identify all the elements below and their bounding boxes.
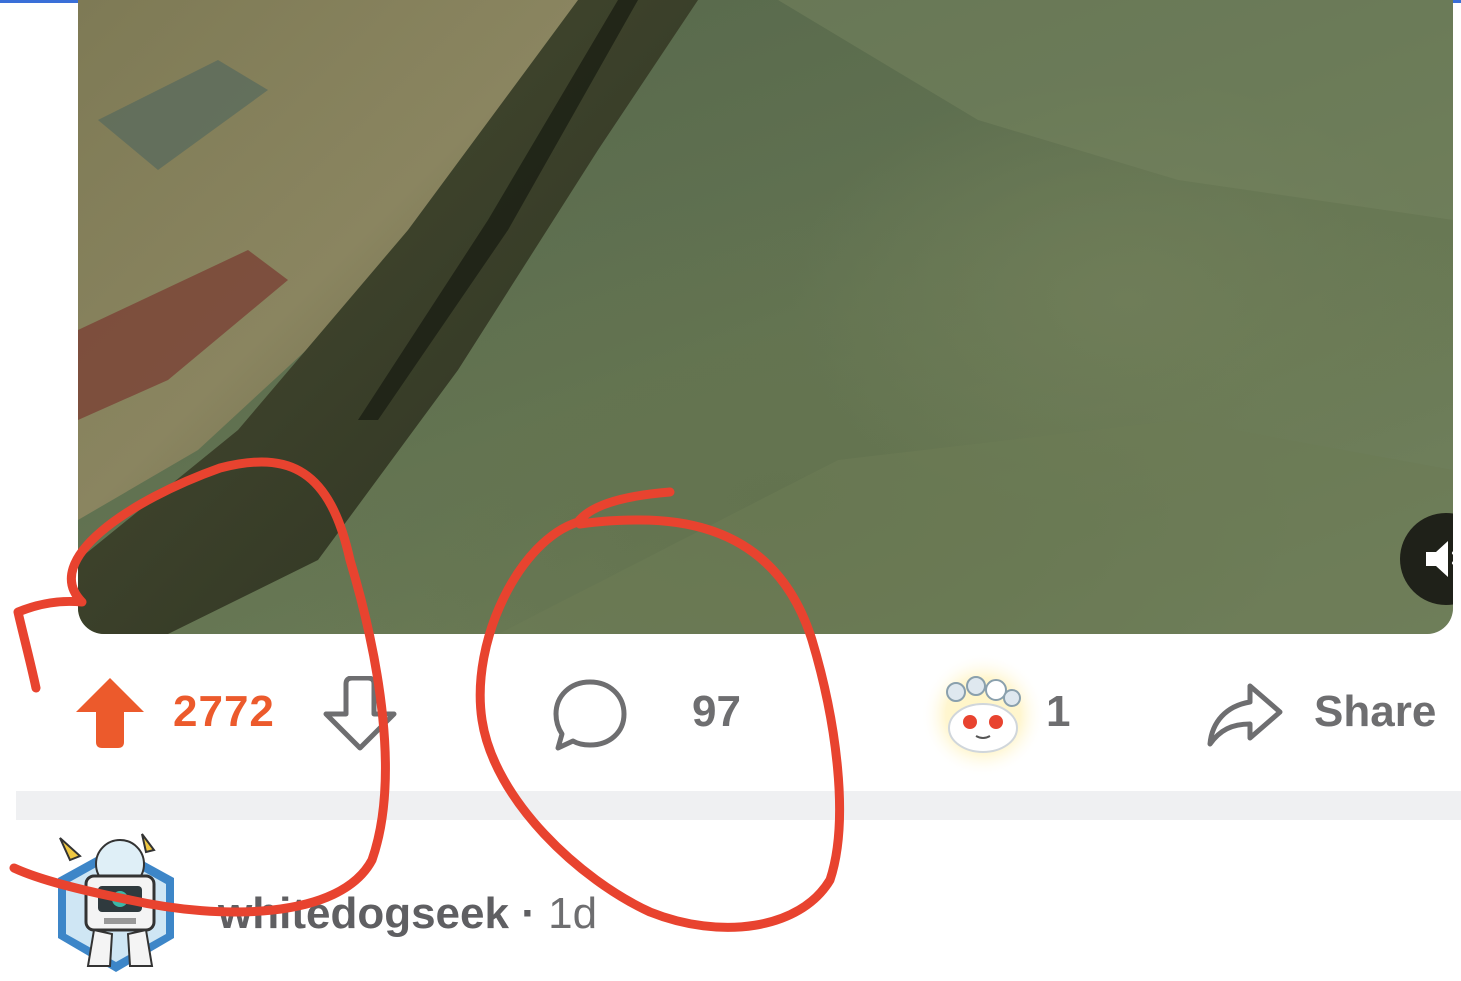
award-icon[interactable] <box>918 650 1048 780</box>
post-video[interactable] <box>78 0 1453 634</box>
comment-age: 1d <box>548 889 598 938</box>
comment-author-line: whitedogseek · 1d <box>218 888 597 940</box>
avatar[interactable] <box>50 826 182 976</box>
upvote-arrow-icon[interactable] <box>72 674 148 750</box>
section-divider <box>16 791 1461 820</box>
share-arrow-icon[interactable] <box>1204 680 1286 750</box>
meta-separator: · <box>521 889 536 938</box>
mute-icon <box>1426 541 1453 577</box>
comment-bubble-icon[interactable] <box>550 676 630 754</box>
comment-username[interactable]: whitedogseek <box>218 889 509 938</box>
comment-count[interactable]: 97 <box>692 686 741 738</box>
vote-score: 2772 <box>173 687 275 736</box>
video-frame <box>78 0 1453 634</box>
share-button[interactable]: Share <box>1314 686 1436 738</box>
award-count: 1 <box>1046 687 1071 736</box>
downvote-arrow-icon[interactable] <box>322 676 398 752</box>
